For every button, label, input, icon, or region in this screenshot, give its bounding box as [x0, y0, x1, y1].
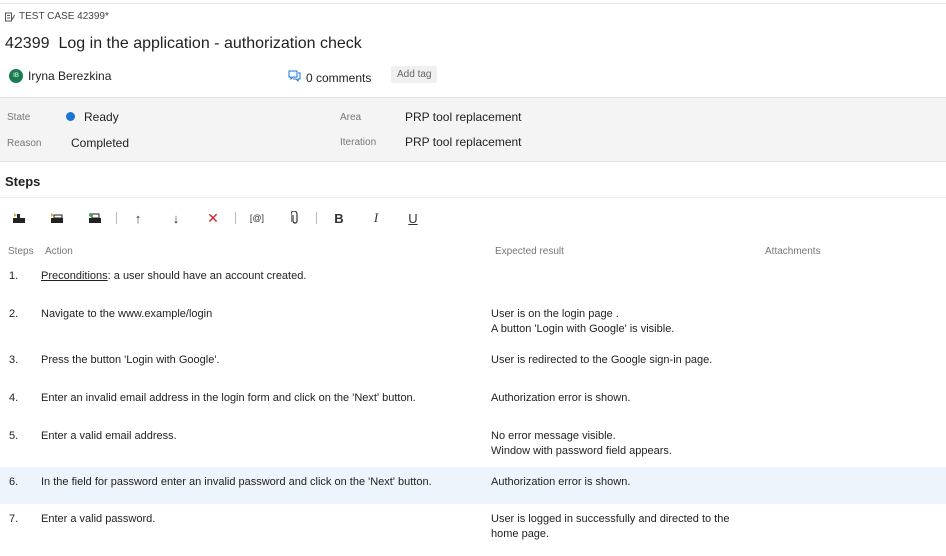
step-number: 7.	[9, 513, 19, 525]
meta-row: IB Iryna Berezkina 0 comments Add tag	[0, 66, 946, 88]
insert-step-icon	[13, 213, 25, 223]
step-expected[interactable]: No error message visible. Window with pas…	[491, 429, 672, 459]
step-action-link[interactable]: Preconditions	[41, 270, 108, 282]
step-action[interactable]: Navigate to the www.example/login	[41, 307, 212, 322]
assigned-to[interactable]: Iryna Berezkina	[28, 69, 111, 83]
expected-line: No error message visible.	[491, 430, 616, 442]
step-expected[interactable]: User is logged in successfully and direc…	[491, 512, 729, 542]
work-item-id: 42399	[5, 35, 50, 52]
top-divider	[0, 3, 946, 4]
step-number: 4.	[9, 392, 19, 404]
column-header-action: Action	[45, 246, 73, 257]
arrow-up-icon: ↑	[134, 210, 142, 226]
step-number: 2.	[9, 308, 19, 320]
comment-icon	[288, 70, 301, 85]
state-value: Ready	[84, 110, 119, 124]
parameter-icon: [@]	[249, 213, 265, 223]
steps-divider	[0, 197, 946, 198]
reason-field[interactable]: Completed	[71, 136, 129, 150]
step-expected[interactable]: User is redirected to the Google sign-in…	[491, 353, 712, 368]
iteration-field[interactable]: PRP tool replacement	[405, 135, 522, 149]
reason-label: Reason	[7, 138, 42, 149]
delete-step-button[interactable]: ✕	[204, 208, 222, 228]
insert-shared-steps-button[interactable]	[48, 208, 66, 228]
expected-line: User is on the login page .	[491, 308, 619, 320]
iteration-label: Iteration	[340, 137, 377, 148]
expected-line: home page.	[491, 528, 550, 540]
table-row-selected[interactable]: 6. In the field for password enter an in…	[0, 467, 946, 504]
step-expected[interactable]: Authorization error is shown.	[491, 391, 630, 406]
step-number: 5.	[9, 430, 19, 442]
create-shared-steps-button[interactable]	[86, 208, 104, 228]
state-label: State	[7, 112, 31, 123]
step-action[interactable]: Press the button 'Login with Google'.	[41, 353, 219, 368]
step-expected[interactable]: Authorization error is shown.	[491, 475, 630, 490]
italic-button[interactable]: I	[367, 208, 385, 228]
column-header-steps: Steps	[8, 246, 34, 257]
step-action[interactable]: In the field for password enter an inval…	[41, 475, 432, 490]
table-row[interactable]: 7. Enter a valid password. User is logge…	[0, 511, 946, 547]
expected-line: A button 'Login with Google' is visible.	[491, 323, 675, 335]
step-action-text: : a user should have an account created.	[107, 270, 307, 282]
arrow-down-icon: ↓	[172, 210, 180, 226]
table-row[interactable]: 1. Preconditions: a user should have an …	[0, 268, 946, 298]
work-item-title[interactable]: Log in the application - authorization c…	[59, 35, 362, 53]
insert-step-button[interactable]	[10, 208, 28, 228]
area-field[interactable]: PRP tool replacement	[405, 110, 522, 124]
step-number: 1.	[9, 270, 19, 282]
avatar: IB	[9, 69, 23, 83]
fields-panel: State Ready Reason Completed Area PRP to…	[0, 97, 946, 162]
table-row[interactable]: 3. Press the button 'Login with Google'.…	[0, 352, 946, 382]
page-title[interactable]: 42399 Log in the application - authoriza…	[5, 35, 362, 53]
area-label: Area	[340, 112, 362, 123]
step-action[interactable]: Preconditions: a user should have an acc…	[41, 269, 306, 284]
delete-icon: ✕	[207, 209, 219, 226]
insert-shared-steps-icon	[51, 213, 63, 223]
step-action[interactable]: Enter an invalid email address in the lo…	[41, 391, 416, 406]
paperclip-icon	[291, 211, 298, 224]
expected-line: User is logged in successfully and direc…	[491, 513, 730, 525]
move-down-button[interactable]: ↓	[167, 208, 185, 228]
toolbar-separator	[316, 212, 317, 224]
attach-button[interactable]	[286, 208, 304, 228]
column-header-attachments: Attachments	[765, 246, 821, 257]
state-field[interactable]: Ready	[66, 110, 119, 124]
underline-button[interactable]: U	[404, 208, 422, 228]
table-row[interactable]: 4. Enter an invalid email address in the…	[0, 390, 946, 420]
add-tag-button[interactable]: Add tag	[391, 66, 438, 83]
table-row[interactable]: 2. Navigate to the www.example/login Use…	[0, 306, 946, 342]
step-action[interactable]: Enter a valid email address.	[41, 429, 177, 444]
comments-link[interactable]: 0 comments	[288, 70, 371, 85]
toolbar-separator	[116, 212, 117, 224]
work-item-type: TEST CASE 42399*	[5, 11, 109, 22]
state-dot-icon	[66, 112, 75, 121]
expected-line: Window with password field appears.	[491, 445, 672, 457]
table-row[interactable]: 5. Enter a valid email address. No error…	[0, 428, 946, 464]
step-expected[interactable]: User is on the login page . A button 'Log…	[491, 307, 674, 337]
insert-parameter-button[interactable]: [@]	[248, 208, 266, 228]
comments-count: 0 comments	[306, 70, 372, 85]
toolbar-separator	[235, 212, 236, 224]
move-up-button[interactable]: ↑	[129, 208, 147, 228]
bold-button[interactable]: B	[330, 208, 348, 228]
create-shared-steps-icon	[89, 213, 101, 223]
work-item-type-label: TEST CASE 42399*	[19, 11, 109, 22]
column-header-expected: Expected result	[495, 246, 564, 257]
steps-section-title: Steps	[5, 174, 41, 189]
step-action[interactable]: Enter a valid password.	[41, 512, 155, 527]
step-number: 3.	[9, 354, 19, 366]
step-number: 6.	[9, 476, 19, 488]
test-case-icon	[5, 12, 15, 22]
